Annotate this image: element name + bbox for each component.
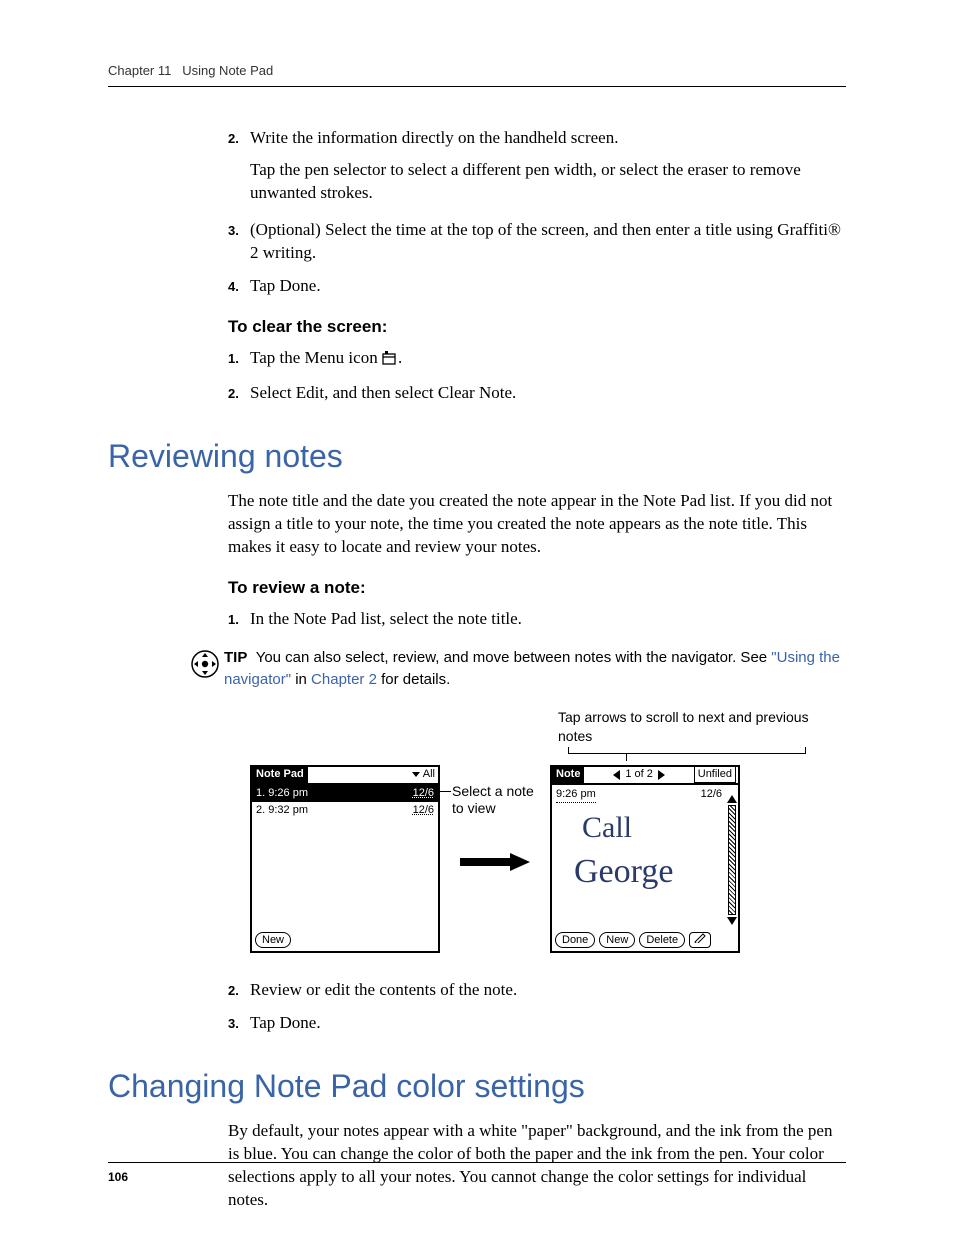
step-number: 1.	[228, 347, 250, 372]
figure-label-select: Select a note to view	[452, 783, 542, 818]
figure-caption-top: Tap arrows to scroll to next and previou…	[558, 708, 846, 760]
step-text: Tap the Menu icon .	[250, 347, 846, 372]
scroll-down-icon[interactable]	[727, 917, 737, 925]
note-time[interactable]: 9:26 pm	[556, 787, 596, 803]
tip-navigator-icon	[190, 649, 224, 686]
page-header: Chapter 11 Using Note Pad	[108, 62, 846, 87]
review-step-3: 3. Tap Done.	[228, 1012, 846, 1035]
clear-step-2: 2. Select Edit, and then select Clear No…	[228, 382, 846, 405]
step-number: 4.	[228, 275, 250, 298]
step-text: Write the information directly on the ha…	[250, 127, 846, 150]
procedure-heading-review: To review a note:	[228, 577, 846, 600]
procedure-heading-clear: To clear the screen:	[228, 316, 846, 339]
list-item[interactable]: 2. 9:32 pm 12/6	[252, 802, 438, 819]
step-2-sub: Tap the pen selector to select a differe…	[250, 159, 846, 205]
note-counter: 1 of 2	[625, 767, 653, 782]
chapter-title: Using Note Pad	[182, 63, 273, 78]
link-chapter-2[interactable]: Chapter 2	[311, 671, 377, 688]
clear-step-1: 1. Tap the Menu icon .	[228, 347, 846, 372]
step-text: Tap Done.	[250, 275, 846, 298]
scroll-up-icon[interactable]	[727, 795, 737, 803]
step-text: (Optional) Select the time at the top of…	[250, 219, 846, 265]
step-number: 2.	[228, 382, 250, 405]
prev-arrow-icon[interactable]	[613, 770, 620, 780]
step-text: Tap Done.	[250, 1012, 846, 1035]
delete-button[interactable]: Delete	[639, 932, 685, 948]
tip-text: TIP You can also select, review, and mov…	[224, 647, 846, 691]
review-step-1: 1. In the Note Pad list, select the note…	[228, 608, 846, 631]
done-button[interactable]: Done	[555, 932, 595, 948]
new-button[interactable]: New	[599, 932, 635, 948]
new-button[interactable]: New	[255, 932, 291, 948]
section-heading-color: Changing Note Pad color settings	[108, 1065, 846, 1108]
step-3: 3. (Optional) Select the time at the top…	[228, 219, 846, 265]
page-footer: 106	[108, 1162, 846, 1185]
screen-title: Note	[552, 767, 584, 783]
review-step-2: 2. Review or edit the contents of the no…	[228, 979, 846, 1002]
tip-label: TIP	[224, 649, 247, 666]
step-number: 2.	[228, 127, 250, 150]
dropdown-icon	[412, 772, 420, 777]
step-2: 2. Write the information directly on the…	[228, 127, 846, 150]
category-selector[interactable]: All	[412, 767, 435, 782]
step-number: 3.	[228, 219, 250, 265]
step-number: 3.	[228, 1012, 250, 1035]
figure-area: Tap arrows to scroll to next and previou…	[250, 708, 846, 952]
next-arrow-icon[interactable]	[658, 770, 665, 780]
step-text: Review or edit the contents of the note.	[250, 979, 846, 1002]
scrollbar[interactable]	[728, 805, 736, 915]
list-item[interactable]: 1. 9:26 pm 12/6	[252, 785, 438, 802]
step-number: 1.	[228, 608, 250, 631]
note-date: 12/6	[701, 787, 722, 802]
handwriting-line-2: George	[574, 855, 673, 889]
chapter-label: Chapter 11	[108, 63, 171, 78]
pen-tool-icon[interactable]	[689, 932, 711, 948]
review-intro: The note title and the date you created …	[228, 490, 846, 559]
handwriting-line-1: Call	[582, 813, 632, 843]
section-heading-reviewing: Reviewing notes	[108, 435, 846, 478]
notepad-list-screen: Note Pad All 1. 9:26 pm 12/6 2. 9:32 pm …	[250, 765, 440, 953]
arrow-right-icon	[460, 853, 530, 871]
page-number: 106	[108, 1170, 128, 1184]
category-label[interactable]: Unfiled	[694, 766, 736, 783]
step-text: In the Note Pad list, select the note ti…	[250, 608, 846, 631]
step-text: Select Edit, and then select Clear Note.	[250, 382, 846, 405]
menu-icon	[382, 349, 398, 372]
step-number: 2.	[228, 979, 250, 1002]
step-4: 4. Tap Done.	[228, 275, 846, 298]
note-detail-screen: Note 1 of 2 Unfiled 9:26 pm 12/6 Call Ge…	[550, 765, 740, 953]
screen-title: Note Pad	[252, 767, 308, 783]
